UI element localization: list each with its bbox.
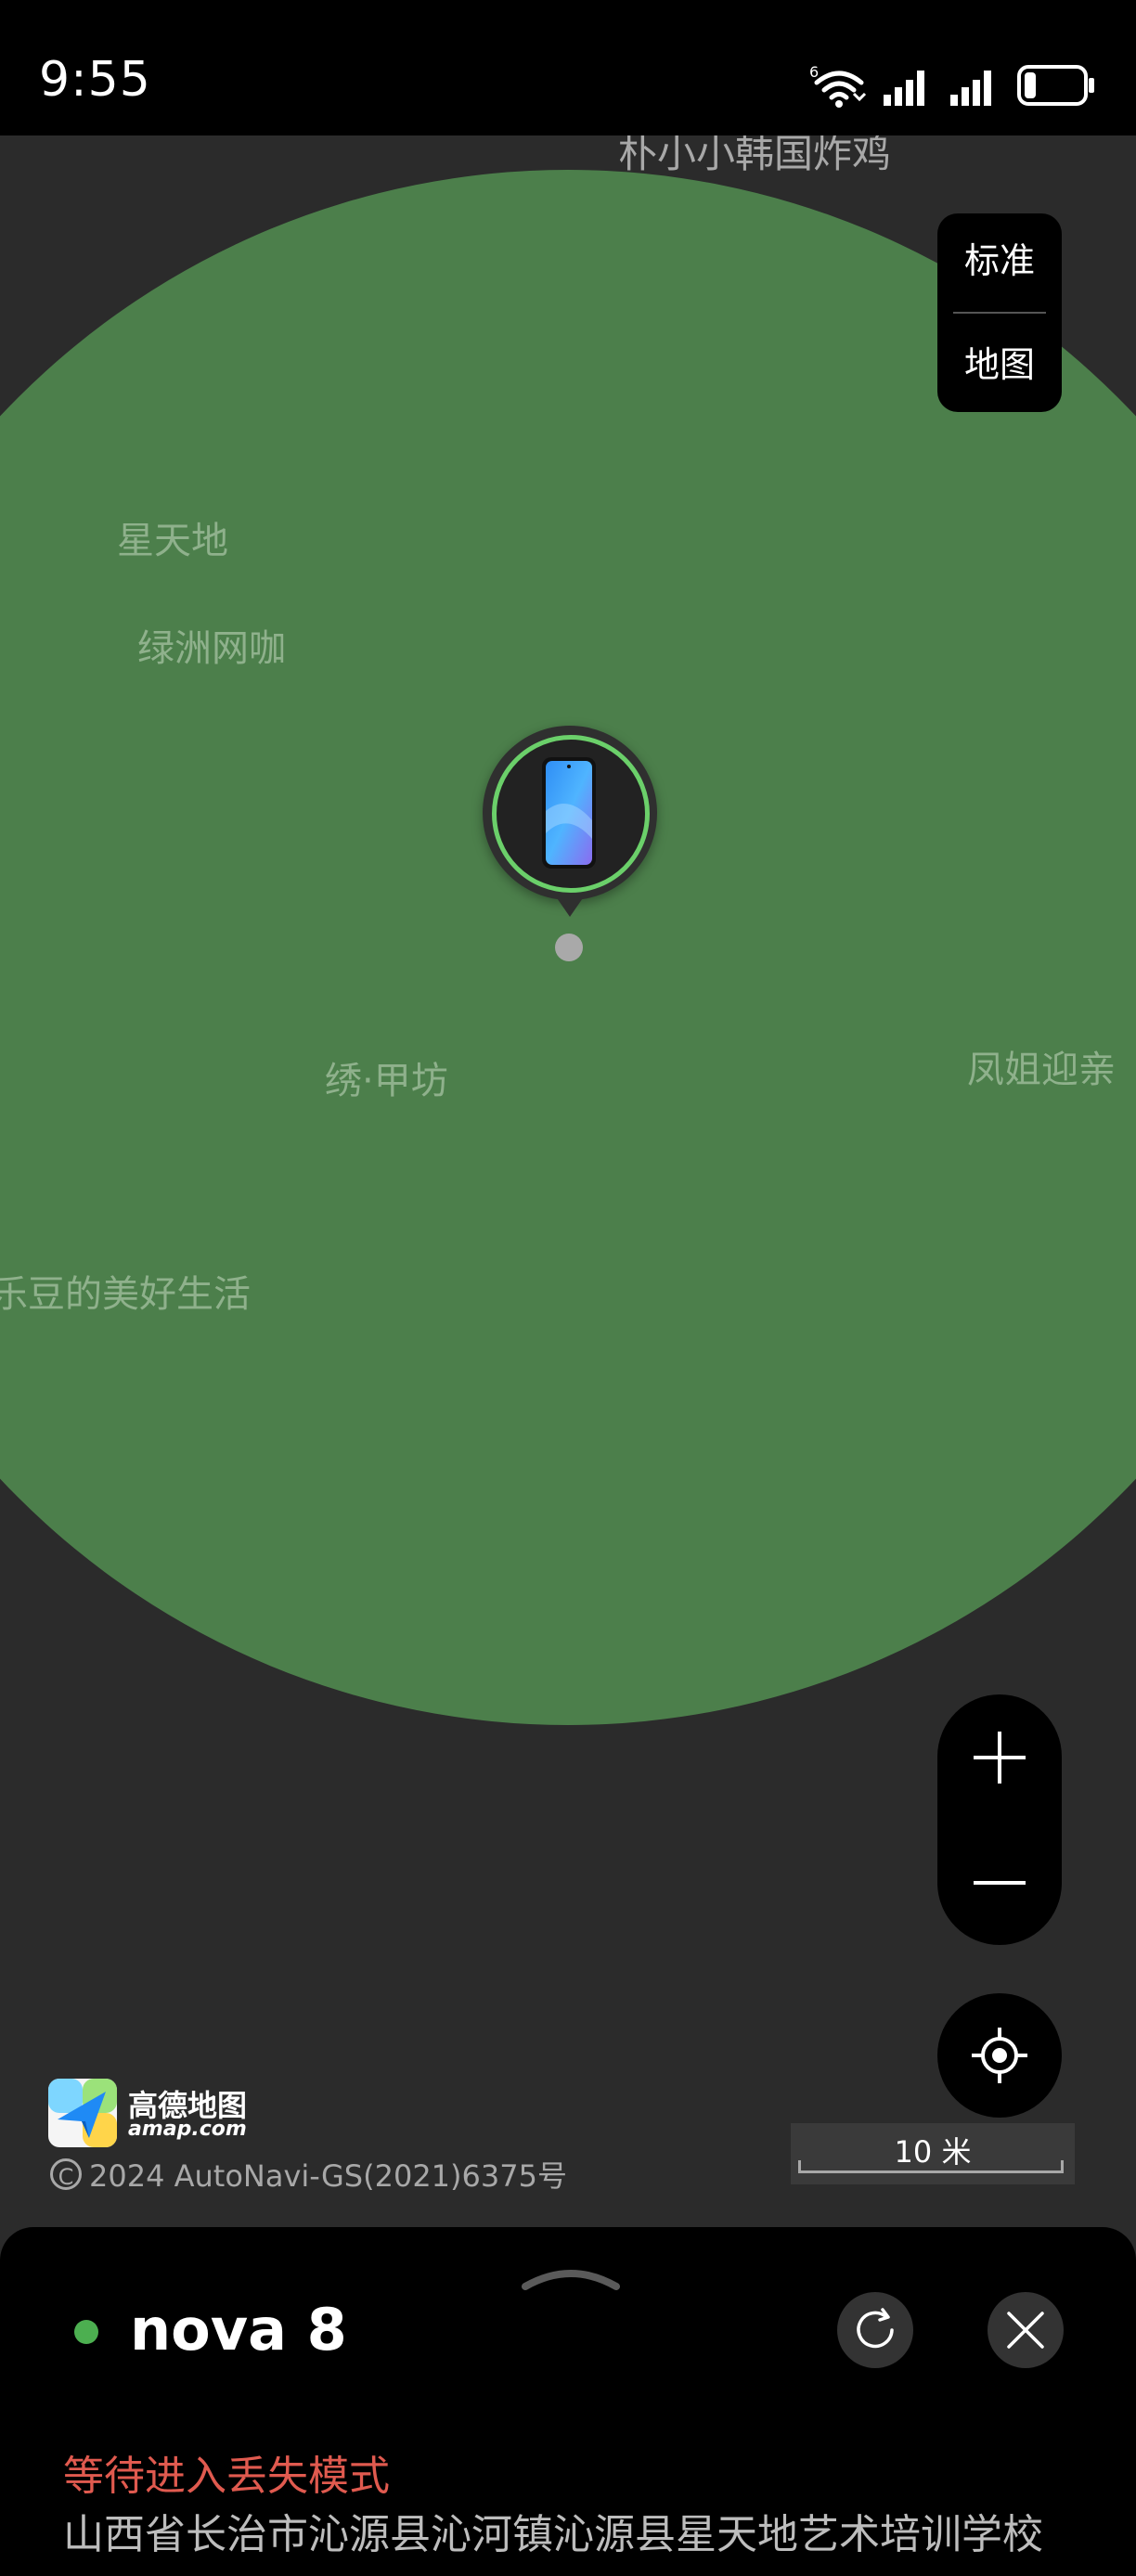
amap-logo: 高德地图 amap.com: [48, 2079, 262, 2147]
marker-pin-tail: [553, 893, 587, 917]
poi-label[interactable]: 绣·甲坊: [325, 1050, 448, 1104]
sheet-expand-handle-icon[interactable]: [520, 2257, 622, 2294]
map-type-toggle-button[interactable]: 标准 地图: [937, 213, 1062, 412]
battery-icon: [1017, 65, 1095, 106]
status-icons: 6: [809, 58, 1095, 113]
amap-logo-icon: [48, 2079, 117, 2147]
copyright-icon: C: [50, 2158, 82, 2190]
refresh-location-button[interactable]: [837, 2292, 913, 2368]
zoom-control: [937, 1694, 1062, 1945]
close-button[interactable]: [988, 2292, 1064, 2368]
device-address: 山西省长治市沁源县沁河镇沁源县星天地艺术培训学校: [63, 2511, 1043, 2558]
status-time: 9:55: [39, 52, 151, 108]
amap-brand-domain: amap.com: [128, 2118, 247, 2141]
poi-label[interactable]: 绿洲网咖: [137, 618, 286, 672]
locate-button[interactable]: [937, 1993, 1062, 2118]
phone-device-icon: [542, 757, 596, 869]
zoom-in-button[interactable]: [937, 1694, 1062, 1820]
close-icon: [1007, 2312, 1044, 2349]
wifi-icon: 6: [809, 62, 867, 109]
poi-label[interactable]: 乐豆的美好生活: [0, 1264, 251, 1318]
poi-label[interactable]: 星天地: [117, 510, 228, 564]
divider: [953, 312, 1046, 314]
status-bar: 9:55 6: [0, 0, 1136, 135]
map-copyright: C 2024 AutoNavi-GS(2021)6375号: [50, 2153, 567, 2196]
minus-icon: [974, 1880, 1026, 1885]
signal-icon-sim2: [950, 65, 1000, 106]
lost-mode-status: 等待进入丢失模式: [63, 2453, 390, 2500]
map-view[interactable]: 朴小小韩国炸鸡 星天地 绿洲网咖 绣·甲坊 凤姐迎亲 乐豆的美好生活 标准 地图…: [0, 135, 1136, 2227]
plus-icon: [974, 1731, 1026, 1784]
scale-line: [798, 2160, 1064, 2173]
poi-label[interactable]: 朴小小韩国炸鸡: [618, 135, 891, 179]
signal-icon-sim1: [884, 65, 934, 106]
refresh-icon: [857, 2308, 894, 2349]
location-dot: [555, 934, 583, 961]
map-scale-bar: 10 米: [791, 2123, 1075, 2184]
device-name: nova 8: [130, 2296, 347, 2363]
zoom-out-button[interactable]: [937, 1820, 1062, 1945]
find-device-screen: 9:55 6 朴小小韩国炸鸡 星天地 绿洲网咖 绣·甲坊 凤姐迎亲 乐豆的美好生…: [0, 0, 1136, 2576]
map-type-label-line2: 地图: [963, 344, 1035, 385]
device-status-dot: [74, 2320, 98, 2344]
wifi-badge: 6: [809, 63, 819, 81]
device-info-sheet[interactable]: nova 8 等待进入丢失模式 山西省长治市沁源县沁河镇沁源县星天地艺术培训学校: [0, 2227, 1136, 2576]
locate-crosshair-icon: [972, 2028, 1027, 2083]
poi-label[interactable]: 凤姐迎亲: [967, 1039, 1116, 1093]
map-type-label-line1: 标准: [963, 240, 1035, 281]
map-copyright-text: 2024 AutoNavi-GS(2021)6375号: [89, 2158, 567, 2194]
device-location-marker[interactable]: [483, 726, 657, 930]
